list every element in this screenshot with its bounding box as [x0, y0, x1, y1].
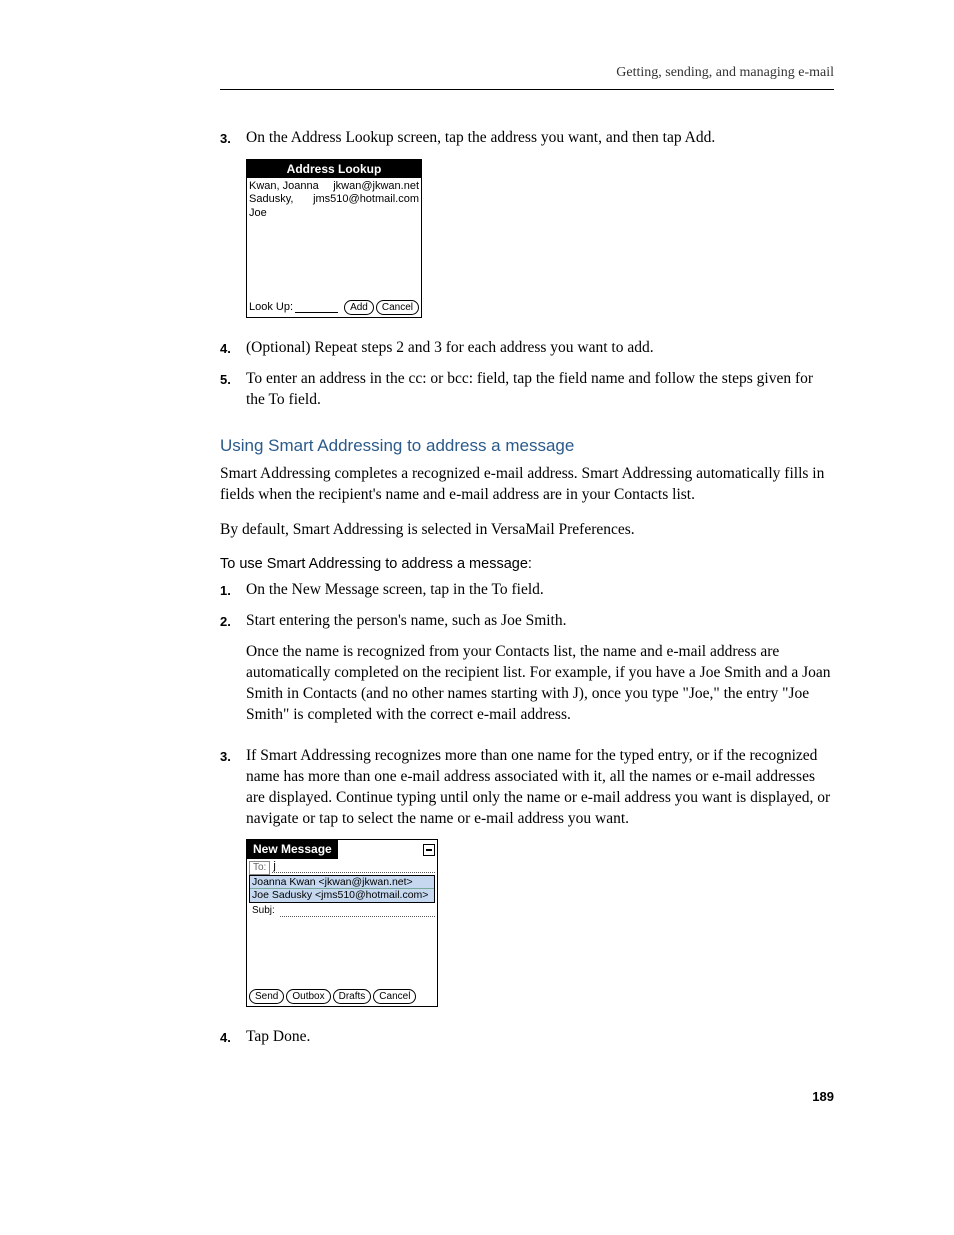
suggestion-item[interactable]: Joe Sadusky <jms510@hotmail.com>	[250, 889, 434, 902]
page-number: 189	[220, 1088, 834, 1106]
section-title: Using Smart Addressing to address a mess…	[220, 435, 834, 458]
step-text: On the Address Lookup screen, tap the ad…	[246, 128, 834, 149]
lookup-input[interactable]	[295, 303, 338, 313]
to-input[interactable]: j	[272, 861, 435, 873]
send-button[interactable]: Send	[249, 989, 284, 1004]
subj-input[interactable]	[280, 905, 435, 917]
page-header: Getting, sending, and managing e-mail	[220, 64, 834, 83]
pda-title: Address Lookup	[247, 160, 421, 178]
lookup-email: jms510@hotmail.com	[313, 193, 419, 219]
lookup-email: jkwan@jkwan.net	[333, 180, 419, 193]
to-value: j	[273, 860, 275, 873]
menu-icon[interactable]	[423, 844, 435, 856]
cancel-button[interactable]: Cancel	[373, 989, 416, 1004]
step-text: To enter an address in the cc: or bcc: f…	[246, 369, 834, 411]
cancel-button[interactable]: Cancel	[376, 300, 419, 315]
section-paragraph: By default, Smart Addressing is selected…	[220, 520, 834, 541]
section-paragraph: Smart Addressing completes a recognized …	[220, 464, 834, 506]
sa-step-4: 4. Tap Done.	[220, 1027, 834, 1048]
lookup-name: Kwan, Joanna	[249, 180, 319, 193]
step-number: 3.	[220, 128, 246, 149]
step-text: (Optional) Repeat steps 2 and 3 for each…	[246, 338, 834, 359]
lookup-label: Look Up:	[249, 301, 293, 314]
outbox-button[interactable]: Outbox	[286, 989, 330, 1004]
step-number: 3.	[220, 746, 246, 830]
lookup-row[interactable]: Sadusky, Joe jms510@hotmail.com	[249, 193, 419, 219]
step-number: 5.	[220, 369, 246, 411]
step-number: 1.	[220, 580, 246, 601]
pda-title: New Message	[247, 840, 338, 858]
subj-label[interactable]: Subj:	[249, 905, 278, 917]
pda-new-message: New Message To: j Joanna Kwan <jkwan@jkw…	[246, 839, 438, 1007]
step-number: 2.	[220, 611, 246, 736]
step-text: On the New Message screen, tap in the To…	[246, 580, 834, 601]
step-text: Start entering the person's name, such a…	[246, 611, 834, 632]
header-rule	[220, 89, 834, 90]
lookup-row[interactable]: Kwan, Joanna jkwan@jkwan.net	[249, 180, 419, 193]
step-number: 4.	[220, 1027, 246, 1048]
step-number: 4.	[220, 338, 246, 359]
pda-address-lookup: Address Lookup Kwan, Joanna jkwan@jkwan.…	[246, 159, 422, 318]
sa-step-3: 3. If Smart Addressing recognizes more t…	[220, 746, 834, 830]
to-label[interactable]: To:	[249, 861, 270, 875]
suggestion-item[interactable]: Joanna Kwan <jkwan@jkwan.net>	[250, 876, 434, 890]
step-text-detail: Once the name is recognized from your Co…	[246, 642, 834, 726]
lookup-name: Sadusky, Joe	[249, 193, 313, 219]
sa-step-1: 1. On the New Message screen, tap in the…	[220, 580, 834, 601]
step-4: 4. (Optional) Repeat steps 2 and 3 for e…	[220, 338, 834, 359]
step-5: 5. To enter an address in the cc: or bcc…	[220, 369, 834, 411]
step-3: 3. On the Address Lookup screen, tap the…	[220, 128, 834, 149]
suggestion-list: Joanna Kwan <jkwan@jkwan.net> Joe Sadusk…	[249, 875, 435, 903]
step-text: If Smart Addressing recognizes more than…	[246, 746, 834, 830]
add-button[interactable]: Add	[344, 300, 374, 315]
procedure-heading: To use Smart Addressing to address a mes…	[220, 555, 834, 575]
drafts-button[interactable]: Drafts	[333, 989, 372, 1004]
step-text: Tap Done.	[246, 1027, 834, 1048]
sa-step-2: 2. Start entering the person's name, suc…	[220, 611, 834, 736]
